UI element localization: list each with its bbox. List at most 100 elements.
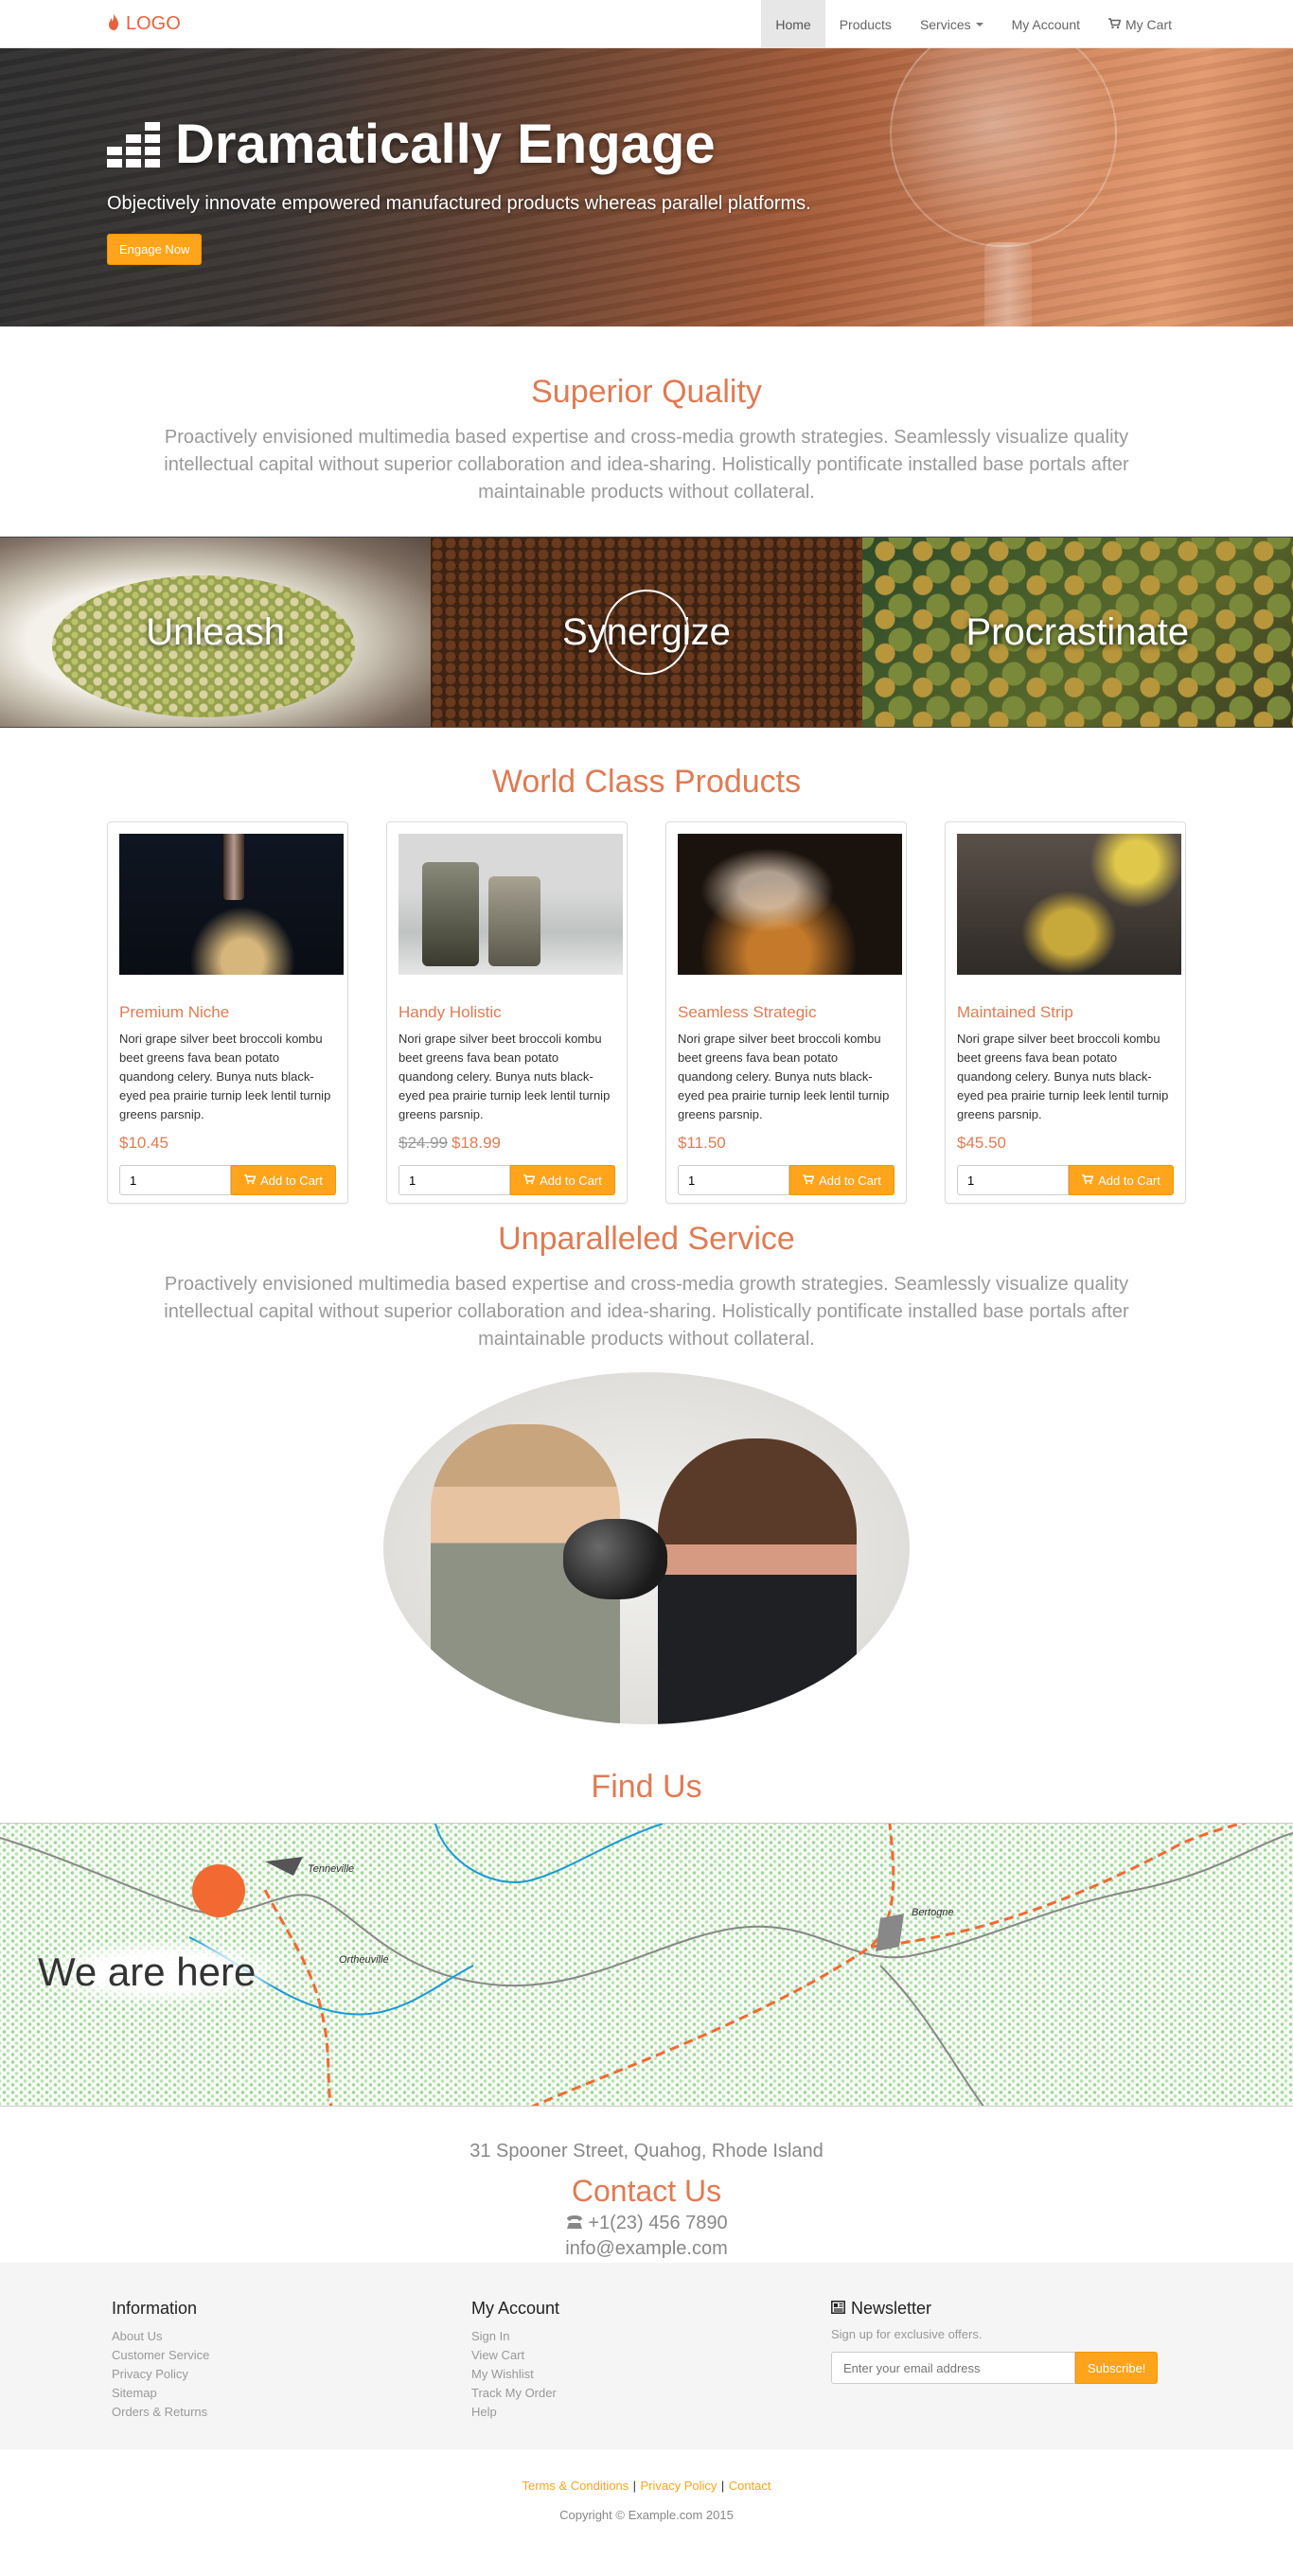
nav-my-account[interactable]: My Account xyxy=(998,0,1094,48)
product-name[interactable]: Seamless Strategic xyxy=(678,1003,894,1022)
map-place-label: Ortheuville xyxy=(339,1954,389,1966)
email[interactable]: info@example.com xyxy=(0,2238,1293,2260)
product-image[interactable] xyxy=(678,834,902,975)
feature-tile-label: Procrastinate xyxy=(965,610,1190,653)
shopping-cart-icon xyxy=(523,1173,536,1188)
footer-link-about-us[interactable]: About Us xyxy=(112,2327,467,2346)
quality-section: Superior Quality Proactively envisioned … xyxy=(0,326,1293,537)
footer-columns: Information About Us Customer Service Pr… xyxy=(107,2299,1186,2422)
footer-link-orders-returns[interactable]: Orders & Returns xyxy=(112,2403,467,2422)
footer-link-sign-in[interactable]: Sign In xyxy=(471,2327,826,2346)
nav-my-account-label: My Account xyxy=(1011,16,1080,32)
footer-link-my-wishlist[interactable]: My Wishlist xyxy=(471,2365,826,2384)
product-description: Nori grape silver beet broccoli kombu be… xyxy=(119,1032,331,1121)
add-to-cart-button[interactable]: Add to Cart xyxy=(510,1165,615,1195)
contact-link[interactable]: Contact xyxy=(729,2479,771,2493)
address: 31 Spooner Street, Quahog, Rhode Island xyxy=(469,2141,824,2161)
woman-figure xyxy=(658,1438,857,1724)
nav-products-label: Products xyxy=(839,16,892,32)
nav-services[interactable]: Services xyxy=(906,0,998,48)
quantity-input[interactable] xyxy=(678,1165,789,1195)
product-price: $24.99 $18.99 xyxy=(399,1134,615,1153)
product-card: Maintained Strip Nori grape silver beet … xyxy=(945,821,1186,1204)
quantity-input[interactable] xyxy=(119,1165,231,1195)
legal-links: Terms & Conditions | Privacy Policy | Co… xyxy=(0,2478,1293,2495)
footer-link-view-cart[interactable]: View Cart xyxy=(471,2346,826,2365)
footer-my-account: My Account Sign In View Cart My Wishlist… xyxy=(467,2299,826,2422)
location-marker[interactable] xyxy=(192,1864,245,1917)
add-to-cart-form: Add to Cart xyxy=(119,1165,336,1195)
nav-products[interactable]: Products xyxy=(825,0,906,48)
nav-my-cart[interactable]: My Cart xyxy=(1094,0,1186,48)
footer-newsletter: Newsletter Sign up for exclusive offers.… xyxy=(826,2299,1186,2422)
newspaper-icon xyxy=(831,2299,845,2319)
products-section: World Class Products Premium Niche Nori … xyxy=(0,728,1293,1217)
hero-title: Dramatically Engage xyxy=(107,113,1186,176)
product-image[interactable] xyxy=(119,834,344,975)
terms-link[interactable]: Terms & Conditions xyxy=(522,2479,629,2493)
shopping-cart-icon xyxy=(1108,17,1122,32)
add-to-cart-button[interactable]: Add to Cart xyxy=(1069,1165,1174,1195)
product-card: Premium Niche Nori grape silver beet bro… xyxy=(107,821,348,1204)
product-current-price: $18.99 xyxy=(452,1134,501,1152)
feature-tile-unleash[interactable]: Unleash xyxy=(0,538,432,727)
product-price: $10.45 xyxy=(119,1134,336,1153)
main-menu: Home Products Services My Account My Car… xyxy=(761,0,1186,48)
add-to-cart-button[interactable]: Add to Cart xyxy=(789,1165,894,1195)
service-section: Unparalleled Service Proactively envisio… xyxy=(0,1217,1293,1769)
add-to-cart-form: Add to Cart xyxy=(957,1165,1174,1195)
add-to-cart-button[interactable]: Add to Cart xyxy=(231,1165,336,1195)
newsletter-form: Subscribe! xyxy=(831,2352,1186,2384)
footer-heading: My Account xyxy=(471,2299,560,2318)
footer-link-privacy-policy[interactable]: Privacy Policy xyxy=(112,2365,467,2384)
product-name[interactable]: Handy Holistic xyxy=(399,1003,615,1022)
engage-now-button[interactable]: Engage Now xyxy=(107,234,203,265)
footer-information: Information About Us Customer Service Pr… xyxy=(107,2299,467,2422)
products-title: World Class Products xyxy=(491,764,802,800)
footer-link-help[interactable]: Help xyxy=(471,2403,826,2422)
feature-tile-label: Unleash xyxy=(146,610,286,653)
footer: Information About Us Customer Service Pr… xyxy=(0,2263,1293,2535)
privacy-link[interactable]: Privacy Policy xyxy=(640,2479,717,2493)
phone-icon xyxy=(567,2215,583,2229)
phone-number[interactable]: +1(23) 456 7890 xyxy=(588,2213,727,2233)
product-image[interactable] xyxy=(399,834,623,975)
quantity-input[interactable] xyxy=(399,1165,510,1195)
footer-link-customer-service[interactable]: Customer Service xyxy=(112,2346,467,2365)
add-to-cart-form: Add to Cart xyxy=(399,1165,615,1195)
product-name[interactable]: Maintained Strip xyxy=(957,1003,1174,1022)
product-price: $45.50 xyxy=(957,1134,1174,1153)
product-description: Nori grape silver beet broccoli kombu be… xyxy=(957,1032,1169,1121)
newsletter-text: Sign up for exclusive offers. xyxy=(831,2327,983,2341)
nav-services-label: Services xyxy=(919,16,971,32)
footer-link-track-my-order[interactable]: Track My Order xyxy=(471,2384,826,2403)
map-label: We are here xyxy=(38,1940,285,2004)
newsletter-email-input[interactable] xyxy=(831,2352,1075,2384)
hero-title-text: Dramatically Engage xyxy=(175,114,716,175)
product-image[interactable] xyxy=(957,834,1181,975)
feature-tile-procrastinate[interactable]: Procrastinate xyxy=(861,538,1293,727)
footer-bottom: Terms & Conditions | Privacy Policy | Co… xyxy=(0,2449,1293,2535)
quantity-input[interactable] xyxy=(957,1165,1069,1195)
map-place-label: Bertogne xyxy=(912,1907,954,1918)
logo[interactable]: LOGO xyxy=(107,12,181,36)
nav-home-label: Home xyxy=(775,16,811,32)
nav-home[interactable]: Home xyxy=(761,0,825,48)
nav-my-cart-label: My Cart xyxy=(1125,16,1172,32)
feature-strip: Unleash Synergize Procrastinate xyxy=(0,537,1293,728)
footer-link-sitemap[interactable]: Sitemap xyxy=(112,2384,467,2403)
shopping-cart-icon xyxy=(244,1173,257,1188)
subscribe-button[interactable]: Subscribe! xyxy=(1075,2352,1159,2384)
contact-title: Contact Us xyxy=(571,2174,722,2208)
map-place-label: Tenneville xyxy=(308,1863,355,1875)
product-grid: Premium Niche Nori grape silver beet bro… xyxy=(107,821,1186,1204)
service-text: Proactively envisioned multimedia based … xyxy=(164,1274,1129,1350)
location-map[interactable]: Tenneville Ortheuville Bertogne We are h… xyxy=(0,1823,1293,2107)
product-current-price: $45.50 xyxy=(957,1134,1006,1152)
feature-tile-synergize[interactable]: Synergize xyxy=(431,538,862,727)
footer-top: Information About Us Customer Service Pr… xyxy=(0,2263,1293,2449)
service-title: Unparalleled Service xyxy=(498,1221,795,1257)
separator: | xyxy=(720,2479,725,2493)
shopping-cart-icon xyxy=(803,1173,815,1188)
product-name[interactable]: Premium Niche xyxy=(119,1003,336,1022)
